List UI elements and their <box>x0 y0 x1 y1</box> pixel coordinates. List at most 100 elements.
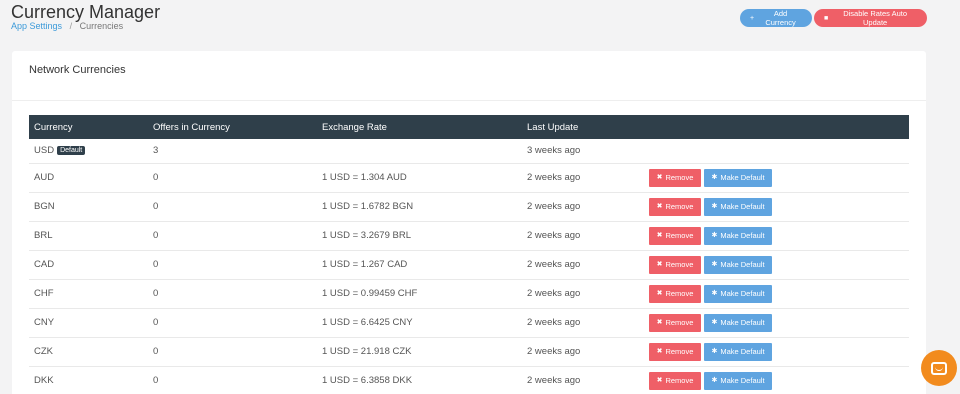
exchange-rate-cell: 1 USD = 21.918 CZK <box>317 337 522 367</box>
offers-cell: 0 <box>148 308 317 338</box>
offers-cell: 0 <box>148 221 317 251</box>
column-header-exchange-rate: Exchange Rate <box>317 115 522 139</box>
actions-cell: ✖ Remove ✱ Make Default <box>644 308 909 338</box>
page-title: Currency Manager <box>11 2 161 22</box>
gear-icon: ✱ <box>711 348 718 355</box>
exchange-rate-cell <box>317 139 522 164</box>
currency-cell: AUD <box>29 163 148 193</box>
make-default-button[interactable]: ✱ Make Default <box>704 342 772 361</box>
make-default-button[interactable]: ✱ Make Default <box>704 168 772 187</box>
remove-button[interactable]: ✖ Remove <box>649 313 701 332</box>
gear-icon: ✱ <box>711 290 718 297</box>
table-row: CAD 0 1 USD = 1.267 CAD 2 weeks ago ✖ Remove ✱… <box>29 250 909 280</box>
column-header-last-update: Last Update <box>522 115 644 139</box>
actions-cell: ✖ Remove ✱ Make Default <box>644 366 909 394</box>
gear-icon: ✱ <box>711 203 718 210</box>
currency-code: DKK <box>34 375 54 386</box>
make-default-button[interactable]: ✱ Make Default <box>704 255 772 274</box>
currency-cell: BRL <box>29 221 148 251</box>
remove-label: Remove <box>665 231 694 240</box>
remove-button[interactable]: ✖ Remove <box>649 284 701 303</box>
breadcrumb-separator: / <box>69 21 73 31</box>
disable-auto-update-label: Disable Rates Auto Update <box>843 9 908 27</box>
card-title: Network Currencies <box>29 64 126 76</box>
gear-icon: ✱ <box>711 377 718 384</box>
offers-cell: 0 <box>148 337 317 367</box>
actions-cell <box>644 139 909 164</box>
currency-cell: DKK <box>29 366 148 394</box>
exchange-rate-cell: 1 USD = 3.2679 BRL <box>317 221 522 251</box>
make-default-button[interactable]: ✱ Make Default <box>704 197 772 216</box>
close-icon: ✖ <box>656 319 663 326</box>
exchange-rate-cell: 1 USD = 1.304 AUD <box>317 163 522 193</box>
make-default-label: Make Default <box>720 318 765 327</box>
currency-cell: CHF <box>29 279 148 309</box>
close-icon: ✖ <box>656 261 663 268</box>
last-update-cell: 2 weeks ago <box>522 250 644 280</box>
remove-label: Remove <box>665 376 694 385</box>
make-default-label: Make Default <box>720 376 765 385</box>
make-default-label: Make Default <box>720 231 765 240</box>
table-row: CHF 0 1 USD = 0.99459 CHF 2 weeks ago ✖ Remov… <box>29 279 909 309</box>
table-row: AUD 0 1 USD = 1.304 AUD 2 weeks ago ✖ Remove ✱… <box>29 163 909 193</box>
make-default-label: Make Default <box>720 260 765 269</box>
make-default-button[interactable]: ✱ Make Default <box>704 313 772 332</box>
remove-label: Remove <box>665 173 694 182</box>
make-default-label: Make Default <box>720 173 765 182</box>
remove-label: Remove <box>665 289 694 298</box>
offers-cell: 0 <box>148 250 317 280</box>
currency-cell: USD Default <box>29 139 148 164</box>
currency-code: BGN <box>34 201 55 212</box>
remove-button[interactable]: ✖ Remove <box>649 226 701 245</box>
make-default-label: Make Default <box>720 202 765 211</box>
chat-button[interactable] <box>921 350 957 386</box>
add-currency-button[interactable]: + Add Currency <box>740 9 812 27</box>
table-row: DKK 0 1 USD = 6.3858 DKK 2 weeks ago ✖ Remove… <box>29 366 909 394</box>
actions-cell: ✖ Remove ✱ Make Default <box>644 250 909 280</box>
table-row: CNY 0 1 USD = 6.6425 CNY 2 weeks ago ✖ Remove… <box>29 308 909 338</box>
last-update-cell: 2 weeks ago <box>522 337 644 367</box>
remove-label: Remove <box>665 260 694 269</box>
currency-cell: CZK <box>29 337 148 367</box>
remove-button[interactable]: ✖ Remove <box>649 168 701 187</box>
column-header-currency: Currency <box>29 115 148 139</box>
currency-code: CAD <box>34 259 55 270</box>
last-update-cell: 2 weeks ago <box>522 192 644 222</box>
remove-button[interactable]: ✖ Remove <box>649 342 701 361</box>
make-default-label: Make Default <box>720 347 765 356</box>
currency-code: CZK <box>34 346 53 357</box>
stop-icon: ■ <box>824 14 829 22</box>
column-header-actions <box>644 115 909 139</box>
exchange-rate-cell: 1 USD = 0.99459 CHF <box>317 279 522 309</box>
last-update-cell: 2 weeks ago <box>522 308 644 338</box>
currency-code: AUD <box>34 172 55 183</box>
actions-cell: ✖ Remove ✱ Make Default <box>644 279 909 309</box>
remove-button[interactable]: ✖ Remove <box>649 197 701 216</box>
gear-icon: ✱ <box>711 232 718 239</box>
last-update-cell: 2 weeks ago <box>522 279 644 309</box>
column-header-offers: Offers in Currency <box>148 115 317 139</box>
chat-icon <box>931 361 947 375</box>
make-default-button[interactable]: ✱ Make Default <box>704 371 772 390</box>
card-header: Network Currencies <box>12 51 926 101</box>
table-header-row: Currency Offers in Currency Exchange Rat… <box>29 115 909 139</box>
remove-button[interactable]: ✖ Remove <box>649 255 701 274</box>
offers-cell: 3 <box>148 139 317 164</box>
breadcrumb-currencies: Currencies <box>79 21 124 31</box>
close-icon: ✖ <box>656 377 663 384</box>
offers-cell: 0 <box>148 279 317 309</box>
breadcrumb-app-settings[interactable]: App Settings <box>11 21 62 31</box>
default-badge: Default <box>57 146 86 156</box>
table-row: CZK 0 1 USD = 21.918 CZK 2 weeks ago ✖ Remove… <box>29 337 909 367</box>
actions-cell: ✖ Remove ✱ Make Default <box>644 163 909 193</box>
remove-button[interactable]: ✖ Remove <box>649 371 701 390</box>
currency-cell: BGN <box>29 192 148 222</box>
make-default-label: Make Default <box>720 289 765 298</box>
close-icon: ✖ <box>656 290 663 297</box>
offers-cell: 0 <box>148 192 317 222</box>
disable-auto-update-button[interactable]: ■ Disable Rates Auto Update <box>814 9 927 27</box>
gear-icon: ✱ <box>711 319 718 326</box>
currencies-table: Currency Offers in Currency Exchange Rat… <box>29 115 909 394</box>
make-default-button[interactable]: ✱ Make Default <box>704 284 772 303</box>
make-default-button[interactable]: ✱ Make Default <box>704 226 772 245</box>
